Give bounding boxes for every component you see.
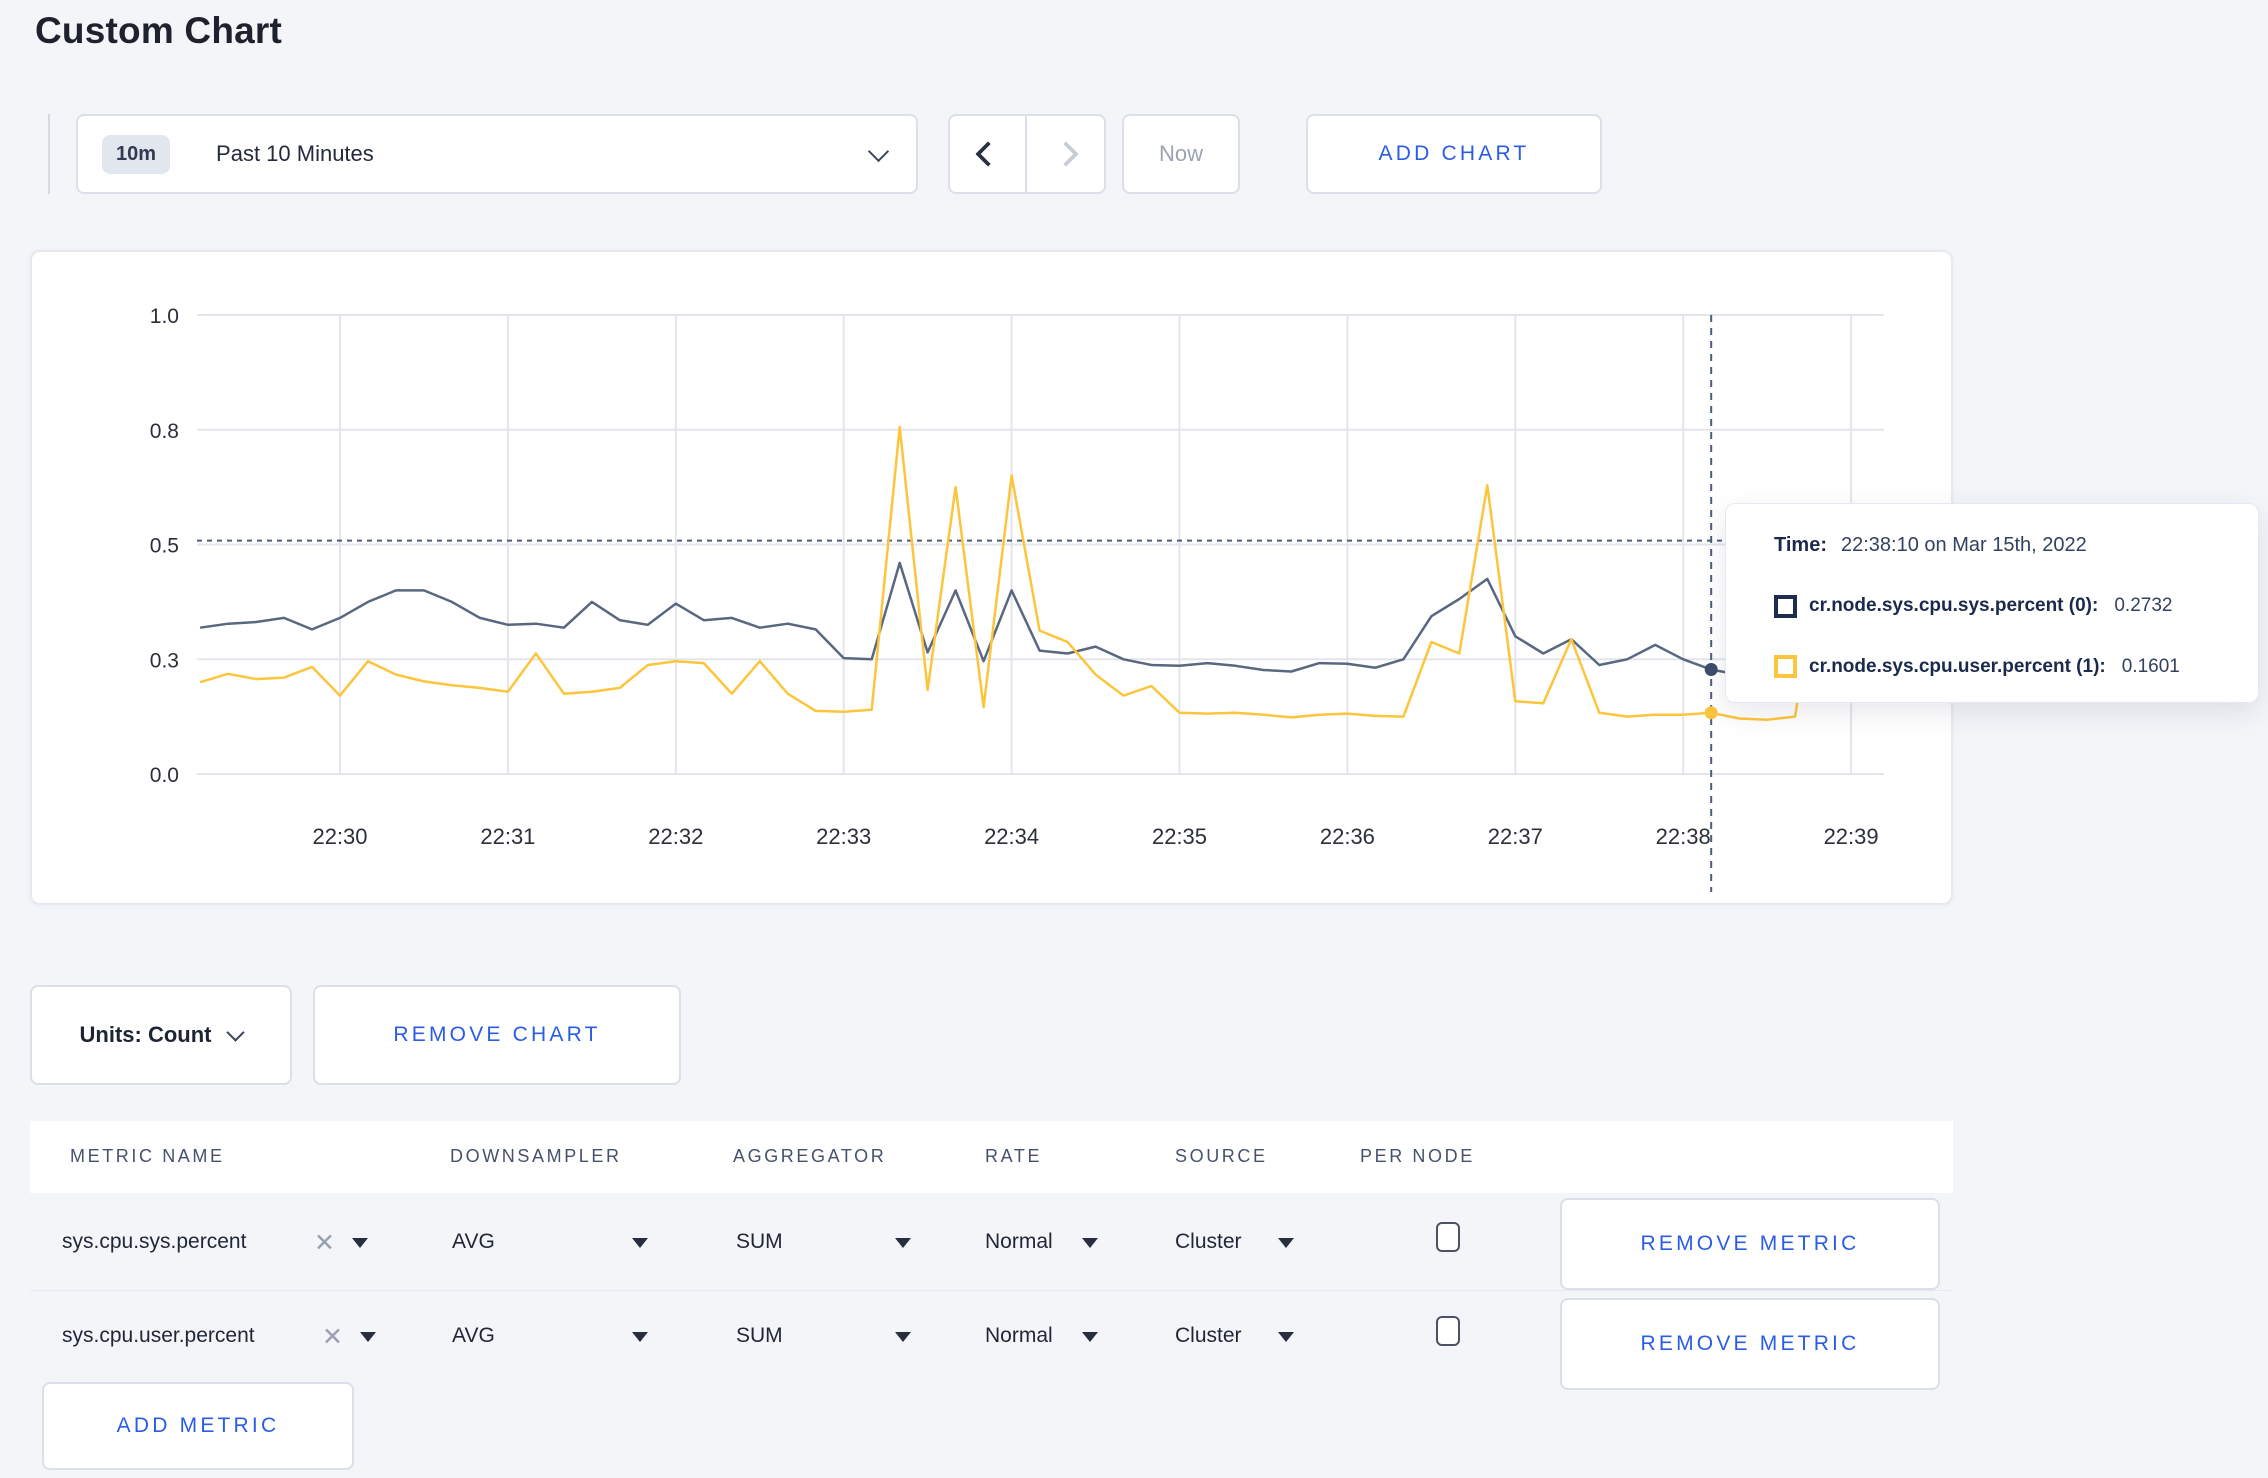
- downsampler-caret-icon[interactable]: [632, 1332, 648, 1342]
- time-range-badge: 10m: [102, 134, 171, 174]
- svg-text:0.3: 0.3: [150, 649, 179, 672]
- svg-text:0.8: 0.8: [150, 420, 179, 443]
- svg-text:22:36: 22:36: [1320, 824, 1375, 849]
- time-range-dropdown[interactable]: 10m Past 10 Minutes: [76, 114, 918, 194]
- aggregator-caret-icon[interactable]: [895, 1238, 911, 1248]
- add-chart-button[interactable]: ADD CHART: [1306, 114, 1602, 194]
- col-header-aggregator: AGGREGATOR: [733, 1146, 887, 1166]
- svg-text:22:30: 22:30: [312, 824, 367, 849]
- svg-text:22:31: 22:31: [480, 824, 535, 849]
- rate-select[interactable]: Normal: [985, 1324, 1053, 1348]
- tooltip-time-label: Time:: [1774, 534, 1827, 556]
- time-back-button[interactable]: [950, 116, 1028, 192]
- downsampler-select[interactable]: AVG: [452, 1324, 495, 1348]
- remove-metric-button[interactable]: REMOVE METRIC: [1560, 1298, 1940, 1390]
- col-header-metric-name: METRIC NAME: [70, 1146, 225, 1166]
- clear-metric-icon[interactable]: ✕: [322, 1322, 343, 1352]
- tooltip-metric-label: cr.node.sys.cpu.sys.percent (0):: [1809, 595, 2099, 616]
- source-caret-icon[interactable]: [1278, 1238, 1294, 1248]
- aggregator-select[interactable]: SUM: [736, 1230, 783, 1254]
- tooltip-time-row: Time: 22:38:10 on Mar 15th, 2022: [1774, 534, 2238, 557]
- time-forward-button[interactable]: [1027, 116, 1104, 192]
- col-header-downsampler: DOWNSAMPLER: [450, 1146, 622, 1166]
- tooltip-metric-value: 0.2732: [2114, 595, 2173, 616]
- units-dropdown[interactable]: Units: Count: [30, 985, 292, 1085]
- metric-name-value[interactable]: sys.cpu.sys.percent: [62, 1230, 246, 1254]
- remove-metric-button[interactable]: REMOVE METRIC: [1560, 1198, 1940, 1290]
- col-header-rate: RATE: [985, 1146, 1043, 1166]
- tooltip-time-value: 22:38:10 on Mar 15th, 2022: [1840, 534, 2087, 556]
- col-header-per-node: PER NODE: [1360, 1146, 1475, 1166]
- col-header-source: SOURCE: [1175, 1146, 1268, 1166]
- svg-text:22:39: 22:39: [1824, 824, 1879, 849]
- now-button[interactable]: Now: [1122, 114, 1240, 194]
- add-metric-button[interactable]: ADD METRIC: [42, 1382, 354, 1470]
- svg-text:1.0: 1.0: [150, 305, 179, 328]
- svg-text:0.0: 0.0: [150, 764, 179, 787]
- chevron-down-icon: [867, 140, 890, 162]
- toolbar-divider: [48, 114, 50, 194]
- series-swatch-icon: [1774, 594, 1797, 618]
- rate-caret-icon[interactable]: [1082, 1332, 1098, 1342]
- chevron-right-icon: [1052, 141, 1079, 167]
- time-nav-group: [948, 114, 1106, 194]
- time-range-label: Past 10 Minutes: [216, 141, 374, 166]
- svg-text:22:33: 22:33: [816, 824, 871, 849]
- svg-text:22:35: 22:35: [1152, 824, 1207, 849]
- page-title: Custom Chart: [35, 10, 283, 51]
- source-select[interactable]: Cluster: [1175, 1230, 1242, 1254]
- per-node-checkbox[interactable]: [1436, 1316, 1460, 1346]
- downsampler-select[interactable]: AVG: [452, 1230, 495, 1254]
- units-label: Units: Count: [79, 1022, 212, 1047]
- aggregator-select[interactable]: SUM: [736, 1324, 783, 1348]
- tooltip-series-row: cr.node.sys.cpu.user.percent (1): 0.1601: [1774, 655, 2238, 678]
- chevron-left-icon: [974, 141, 1001, 167]
- svg-text:22:38: 22:38: [1656, 824, 1711, 849]
- tooltip-metric-value: 0.1601: [2121, 655, 2180, 677]
- tooltip-metric-label: cr.node.sys.cpu.user.percent (1):: [1809, 655, 2106, 677]
- custom-chart-page: Custom Chart 10m Past 10 Minutes Now ADD…: [0, 0, 2268, 1478]
- svg-text:22:34: 22:34: [984, 824, 1039, 849]
- cpu-usage-chart: 0.0 0.3 0.5 0.8 1.0 22:30 22:31 22:32 22:33 22:34…: [150, 305, 1884, 892]
- rate-select[interactable]: Normal: [985, 1230, 1053, 1254]
- tooltip-series-row: cr.node.sys.cpu.sys.percent (0): 0.2732: [1774, 594, 2238, 618]
- downsampler-caret-icon[interactable]: [632, 1238, 648, 1248]
- metric-dropdown-caret-icon[interactable]: [360, 1332, 376, 1342]
- svg-text:22:32: 22:32: [648, 824, 703, 849]
- source-select[interactable]: Cluster: [1175, 1324, 1242, 1348]
- source-caret-icon[interactable]: [1278, 1332, 1294, 1342]
- metric-dropdown-caret-icon[interactable]: [352, 1238, 368, 1248]
- svg-text:22:37: 22:37: [1488, 824, 1543, 849]
- rate-caret-icon[interactable]: [1082, 1238, 1098, 1248]
- chevron-down-icon: [226, 1023, 246, 1042]
- per-node-checkbox[interactable]: [1436, 1222, 1460, 1252]
- aggregator-caret-icon[interactable]: [895, 1332, 911, 1342]
- svg-text:0.5: 0.5: [150, 535, 179, 558]
- chart-tooltip: Time: 22:38:10 on Mar 15th, 2022 cr.node…: [1725, 503, 2259, 703]
- row-divider: [30, 1290, 1953, 1291]
- remove-chart-button[interactable]: REMOVE CHART: [313, 985, 681, 1085]
- chart-card: 0.0 0.3 0.5 0.8 1.0 22:30 22:31 22:32 22:33 22:34…: [30, 250, 1953, 905]
- metric-name-value[interactable]: sys.cpu.user.percent: [62, 1324, 255, 1348]
- series-swatch-icon: [1774, 655, 1797, 678]
- clear-metric-icon[interactable]: ✕: [314, 1228, 335, 1258]
